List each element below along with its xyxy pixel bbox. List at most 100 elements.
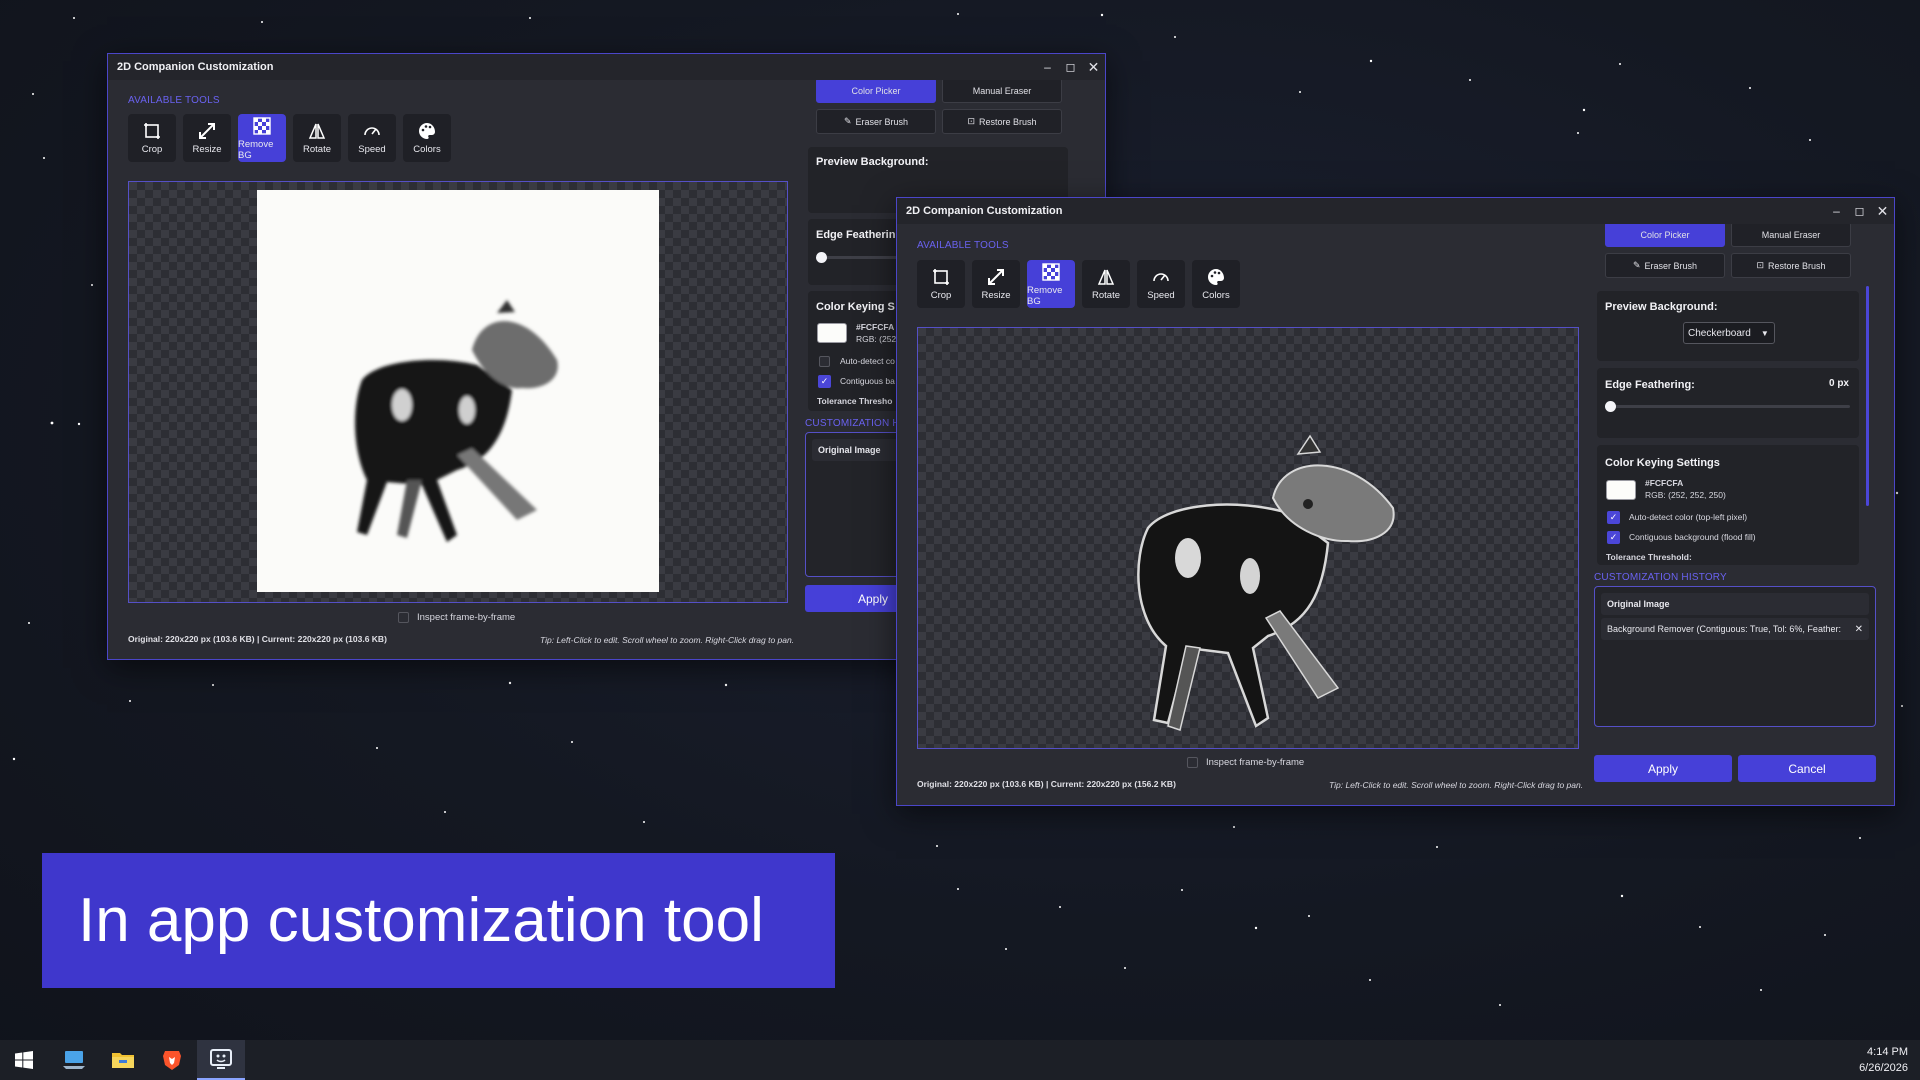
history-background-remover-item[interactable]: Background Remover (Contiguous: True, To… <box>1601 618 1869 640</box>
customization-history-label: CUSTOMIZATION H <box>805 418 900 429</box>
speed-tool-button[interactable]: Speed <box>348 114 396 162</box>
system-clock[interactable]: 4:14 PM 6/26/2026 <box>1859 1044 1908 1076</box>
edge-feathering-card: Edge Feathering: 0 px <box>1597 368 1859 438</box>
preview-background-title: Preview Background: <box>816 156 929 168</box>
inspect-label: Inspect frame-by-frame <box>1206 757 1305 768</box>
remove-bg-tool-button[interactable]: Remove BG <box>1027 260 1075 308</box>
rotate-tool-button[interactable]: Rotate <box>1082 260 1130 308</box>
auto-detect-checkbox[interactable]: ✓ <box>1607 511 1620 524</box>
colors-tool-button[interactable]: Colors <box>1192 260 1240 308</box>
inspect-checkbox[interactable] <box>398 612 409 623</box>
feathering-slider-thumb[interactable] <box>816 252 827 263</box>
taskbar-companion-app[interactable] <box>197 1040 245 1080</box>
restore-brush-button[interactable]: ⊡ Restore Brush <box>1731 253 1851 278</box>
taskbar-file-explorer[interactable] <box>99 1040 147 1080</box>
speed-tool-button[interactable]: Speed <box>1137 260 1185 308</box>
maximize-button[interactable]: ◻ <box>1059 54 1082 80</box>
maximize-button[interactable]: ◻ <box>1848 198 1871 224</box>
pencil-icon: ✎ <box>1632 260 1641 270</box>
eraser-brush-button[interactable]: ✎ Eraser Brush <box>1605 253 1725 278</box>
contiguous-checkbox[interactable]: ✓ <box>1607 531 1620 544</box>
colors-tool-label: Colors <box>413 144 441 155</box>
edge-feathering-value: 0 px <box>1828 378 1849 389</box>
manual-eraser-button[interactable]: Manual Eraser <box>1731 224 1851 247</box>
rotate-tool-label: Rotate <box>1092 290 1120 301</box>
history-original-item[interactable]: Original Image <box>1601 593 1869 615</box>
key-color-rgb: RGB: (252, 252, 250) <box>1645 490 1726 500</box>
panel-scrollbar[interactable] <box>1866 286 1869 506</box>
contiguous-label: Contiguous background (flood fill) <box>1629 532 1756 542</box>
crop-icon <box>933 269 949 285</box>
window-title: 2D Companion Customization <box>906 205 1063 217</box>
contiguous-checkbox[interactable]: ✓ <box>818 375 831 388</box>
clock-date: 6/26/2026 <box>1859 1062 1908 1074</box>
available-tools-label: AVAILABLE TOOLS <box>128 95 220 106</box>
key-color-hex: #FCFCFA <box>1645 478 1684 488</box>
restore-brush-button[interactable]: ⊡ Restore Brush <box>942 109 1062 134</box>
preview-background-card: Preview Background: Checkerboard ▼ <box>1597 291 1859 361</box>
status-text: Original: 220x220 px (103.6 KB) | Curren… <box>917 779 1176 789</box>
speed-tool-label: Speed <box>358 144 386 155</box>
checkerboard-icon <box>253 116 271 135</box>
colors-tool-button[interactable]: Colors <box>403 114 451 162</box>
crop-tool-button[interactable]: Crop <box>917 260 965 308</box>
tool-bar: Crop Resize Remove BG Rotate Speed Color… <box>128 114 451 162</box>
feathering-slider-thumb[interactable] <box>1605 401 1616 412</box>
crop-tool-button[interactable]: Crop <box>128 114 176 162</box>
original-image-white-background <box>257 190 659 592</box>
image-canvas[interactable] <box>128 181 788 603</box>
rotate-tool-label: Rotate <box>303 144 331 155</box>
contiguous-label: Contiguous ba <box>840 376 895 386</box>
file-explorer-icon <box>112 1053 134 1068</box>
check-icon: ✓ <box>1609 512 1618 522</box>
restore-brush-label: Restore Brush <box>1768 260 1826 271</box>
image-canvas[interactable] <box>917 327 1579 749</box>
auto-detect-checkbox[interactable] <box>819 356 830 367</box>
color-keying-title: Color Keying S <box>816 301 895 313</box>
manual-eraser-button[interactable]: Manual Eraser <box>942 80 1062 103</box>
close-button[interactable]: ✕ <box>1082 54 1105 80</box>
taskbar: 4:14 PM 6/26/2026 <box>0 1040 1920 1080</box>
start-button[interactable] <box>0 1040 48 1080</box>
available-tools-label: AVAILABLE TOOLS <box>917 240 1009 251</box>
resize-tool-button[interactable]: Resize <box>972 260 1020 308</box>
edge-feathering-title: Edge Feathering: <box>1605 379 1695 391</box>
rotate-tool-button[interactable]: Rotate <box>293 114 341 162</box>
tip-text: Tip: Left-Click to edit. Scroll wheel to… <box>1329 780 1584 790</box>
cancel-button[interactable]: Cancel <box>1738 755 1876 782</box>
auto-detect-label: Auto-detect color (top-left pixel) <box>1629 512 1748 522</box>
restore-icon: ⊡ <box>1756 260 1764 270</box>
pencil-icon: ✎ <box>843 116 852 126</box>
feathering-slider-track[interactable] <box>1608 405 1850 408</box>
preview-background-title: Preview Background: <box>1605 301 1718 313</box>
color-picker-button[interactable]: Color Picker <box>816 80 936 103</box>
tolerance-label: Tolerance Threshold: <box>1606 552 1692 562</box>
restore-icon: ⊡ <box>967 116 975 126</box>
inspect-frame-toggle[interactable]: Inspect frame-by-frame <box>398 612 515 623</box>
minimize-button[interactable]: – <box>1036 54 1059 80</box>
preview-background-dropdown[interactable]: Checkerboard ▼ <box>1683 322 1775 344</box>
resize-tool-button[interactable]: Resize <box>183 114 231 162</box>
crop-tool-label: Crop <box>930 290 952 301</box>
key-color-swatch[interactable] <box>817 323 847 343</box>
taskbar-brave-browser[interactable] <box>148 1040 196 1080</box>
settings-panel: Color Picker Manual Eraser ✎ Eraser Brus… <box>1594 224 1884 804</box>
color-picker-button[interactable]: Color Picker <box>1605 224 1725 247</box>
title-bar: 2D Companion Customization <box>897 198 1894 224</box>
remove-history-icon[interactable]: ✕ <box>1855 624 1863 635</box>
window-title: 2D Companion Customization <box>117 61 274 73</box>
close-button[interactable]: ✕ <box>1871 198 1894 224</box>
key-color-swatch[interactable] <box>1606 480 1636 500</box>
inspect-checkbox[interactable] <box>1187 757 1198 768</box>
taskbar-computer-app[interactable] <box>50 1040 98 1080</box>
minimize-button[interactable]: – <box>1825 198 1848 224</box>
eraser-brush-button[interactable]: ✎ Eraser Brush <box>816 109 936 134</box>
key-color-rgb: RGB: (252, <box>856 334 899 344</box>
checkerboard-icon <box>1042 262 1060 281</box>
edge-feathering-title: Edge Featherin <box>816 229 896 241</box>
brave-browser-icon <box>163 1051 181 1070</box>
remove-bg-tool-button[interactable]: Remove BG <box>238 114 286 162</box>
inspect-frame-toggle[interactable]: Inspect frame-by-frame <box>1187 757 1304 768</box>
color-keying-card: Color Keying Settings #FCFCFA RGB: (252,… <box>1597 445 1859 565</box>
apply-button[interactable]: Apply <box>1594 755 1732 782</box>
